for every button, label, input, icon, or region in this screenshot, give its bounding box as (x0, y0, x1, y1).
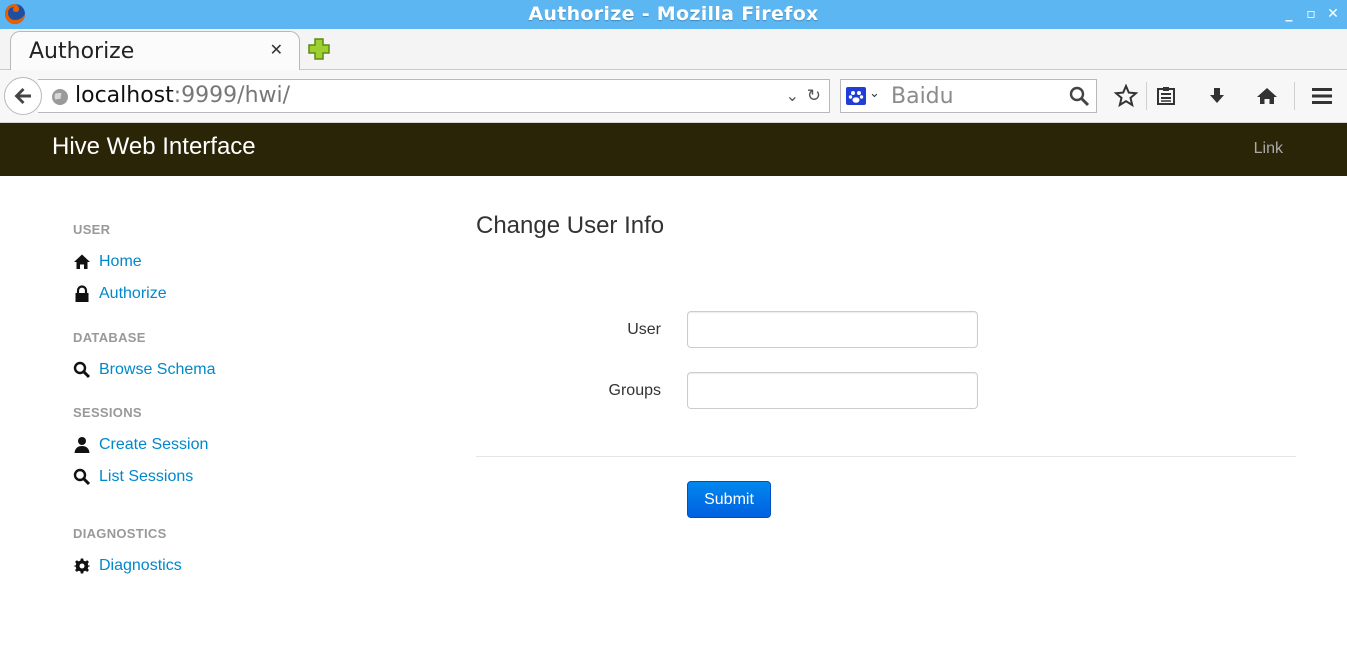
back-button[interactable] (4, 77, 42, 115)
home-toolbar-icon[interactable] (1254, 83, 1280, 109)
page-title: Change User Info (476, 212, 665, 239)
minimize-icon[interactable]: _ (1281, 6, 1297, 22)
home-icon (73, 253, 91, 271)
sidebar-item-list-sessions[interactable]: List Sessions (73, 466, 193, 488)
baidu-engine-icon[interactable] (846, 87, 866, 105)
toolbar-separator (1294, 82, 1295, 110)
sidebar-item-label: Home (99, 253, 142, 270)
engine-dropdown-icon[interactable]: ⌄ (869, 86, 880, 101)
sidebar-item-diagnostics[interactable]: Diagnostics (73, 555, 182, 577)
sidebar-item-label: Diagnostics (99, 557, 182, 574)
tab-close-icon[interactable]: ✕ (270, 40, 283, 59)
search-icon (73, 468, 91, 486)
nav-header-user: USER (73, 222, 111, 237)
lock-icon (73, 285, 91, 303)
sidebar-item-label: Browse Schema (99, 361, 216, 378)
url-text[interactable]: localhost:9999/hwi/ (75, 83, 290, 108)
back-arrow-icon (14, 88, 31, 104)
groups-label: Groups (608, 382, 661, 399)
brand-title[interactable]: Hive Web Interface (52, 133, 256, 161)
tab-authorize[interactable]: Authorize ✕ (10, 31, 300, 71)
new-tab-plus-icon[interactable] (307, 37, 331, 61)
gear-icon (73, 557, 91, 575)
user-icon (73, 436, 91, 454)
hamburger-menu-icon[interactable] (1309, 83, 1335, 109)
user-label: User (627, 321, 661, 338)
bookmark-star-icon[interactable] (1113, 83, 1139, 109)
search-input[interactable]: Baidu (891, 84, 954, 109)
form-divider (476, 456, 1296, 457)
url-history-dropdown-icon[interactable]: ⌄ (786, 86, 799, 105)
close-window-icon[interactable]: ✕ (1325, 6, 1341, 22)
window-controls: _ ▫ ✕ (1281, 6, 1341, 22)
sidebar-item-create-session[interactable]: Create Session (73, 434, 208, 456)
sidebar-item-label: Authorize (99, 285, 167, 302)
url-path: :9999/hwi/ (173, 83, 291, 108)
navigation-toolbar: localhost:9999/hwi/ ⌄ ↻ ⌄ Baidu (0, 70, 1347, 123)
tab-label: Authorize (29, 39, 135, 64)
nav-header-sessions: SESSIONS (73, 405, 142, 420)
tab-strip: Authorize ✕ (0, 29, 1347, 71)
user-input[interactable] (687, 311, 978, 348)
search-icon (73, 361, 91, 379)
nav-header-database: DATABASE (73, 330, 146, 345)
url-bar[interactable]: localhost:9999/hwi/ ⌄ ↻ (38, 79, 830, 113)
sidebar-item-authorize[interactable]: Authorize (73, 283, 167, 305)
url-host: localhost (75, 83, 174, 108)
globe-icon (52, 89, 68, 105)
sidebar-item-home[interactable]: Home (73, 251, 142, 273)
window-title: Authorize - Mozilla Firefox (528, 3, 819, 25)
search-bar[interactable]: ⌄ Baidu (840, 79, 1097, 113)
sidebar-item-label: List Sessions (99, 468, 194, 485)
search-go-icon[interactable] (1068, 85, 1090, 107)
sidebar-item-browse-schema[interactable]: Browse Schema (73, 359, 216, 381)
toolbar-separator (1146, 82, 1147, 110)
submit-button[interactable]: Submit (687, 481, 771, 518)
download-icon[interactable] (1204, 83, 1230, 109)
page-navbar: Hive Web Interface Link (0, 123, 1347, 176)
groups-input[interactable] (687, 372, 978, 409)
nav-header-diagnostics: DIAGNOSTICS (73, 526, 167, 541)
header-link[interactable]: Link (1254, 140, 1283, 158)
sidebar-item-label: Create Session (99, 436, 209, 453)
maximize-icon[interactable]: ▫ (1303, 6, 1319, 22)
reload-icon[interactable]: ↻ (807, 86, 821, 106)
reading-list-icon[interactable] (1153, 83, 1179, 109)
window-titlebar: Authorize - Mozilla Firefox _ ▫ ✕ (0, 0, 1347, 29)
